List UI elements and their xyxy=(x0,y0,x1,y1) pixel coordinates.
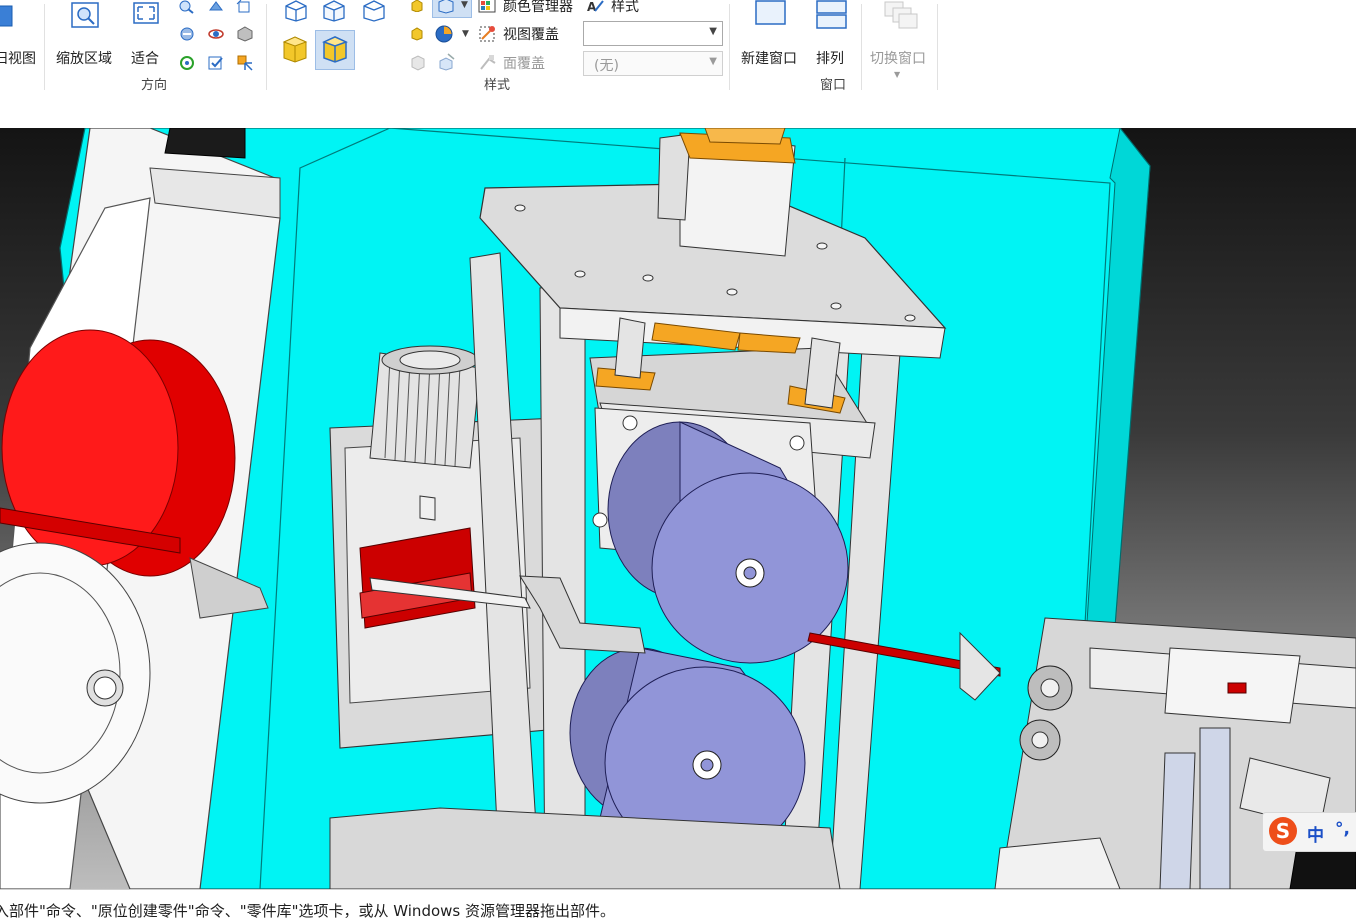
zoom-area-icon xyxy=(71,2,99,28)
shaded-cube-icon[interactable] xyxy=(281,34,309,64)
graphics-viewport[interactable] xyxy=(0,128,1356,889)
previous-view-icon[interactable] xyxy=(207,54,225,72)
new-window-icon xyxy=(755,0,786,25)
style-label[interactable]: 样式 xyxy=(611,0,639,16)
status-bar-text: 入部件"命令、"原位创建零件"命令、"零件库"选项卡，或从 Windows 资源… xyxy=(0,902,615,920)
partial-view-label[interactable]: 旧视图 xyxy=(0,48,36,68)
arrange-button[interactable]: 排列 xyxy=(814,0,850,70)
zoom-area-label: 缩放区域 xyxy=(56,51,112,67)
ime-status-badge[interactable]: S 中 °, xyxy=(1262,812,1356,852)
view-cube-icon[interactable] xyxy=(236,26,254,42)
ime-punctuation-toggle[interactable]: °, xyxy=(1335,819,1350,839)
ambient-cube-icon[interactable] xyxy=(437,53,455,71)
assembly-model xyxy=(0,128,1356,889)
pan-icon[interactable] xyxy=(207,0,225,14)
orientation-group-label: 方向 xyxy=(141,78,168,93)
chevron-down-icon: ▼ xyxy=(894,70,901,79)
hidden-edges-cube-icon[interactable] xyxy=(321,0,347,22)
face-overlay-label: 面覆盖 xyxy=(503,56,545,72)
arrange-icon xyxy=(816,0,847,29)
zoom-icon[interactable] xyxy=(178,0,196,14)
fit-label: 适合 xyxy=(131,51,159,67)
ime-logo-icon: S xyxy=(1269,817,1297,845)
view-overlay-icon[interactable] xyxy=(478,25,498,43)
transparent-cube-icon[interactable] xyxy=(410,55,426,71)
group-separator xyxy=(937,4,938,90)
switch-window-label: 切换窗口 xyxy=(870,51,926,67)
fit-button[interactable]: 适合 xyxy=(128,0,168,70)
fit-icon xyxy=(133,2,159,24)
shaded-edges-cube-icon xyxy=(322,36,348,63)
window-group-label: 窗口 xyxy=(820,78,847,93)
style-editor-icon[interactable]: A xyxy=(586,0,604,13)
free-orbit-icon[interactable] xyxy=(178,54,196,72)
new-window-button[interactable]: 新建窗口 xyxy=(740,0,802,70)
black-motor xyxy=(164,128,246,159)
face-overlay-dropdown: (无) ▼ xyxy=(583,51,723,76)
orbit-icon[interactable] xyxy=(207,26,225,42)
chevron-down-icon: ▼ xyxy=(461,0,468,10)
zoom-area-button[interactable]: 缩放区域 xyxy=(56,0,118,70)
status-bar: 入部件"命令、"原位创建零件"命令、"零件库"选项卡，或从 Windows 资源… xyxy=(0,889,1356,920)
realistic-style-icon[interactable] xyxy=(410,0,424,12)
ime-language-toggle[interactable]: 中 xyxy=(1307,821,1324,846)
face-overlay-dropdown-value: (无) xyxy=(594,58,619,74)
chevron-down-icon: ▼ xyxy=(709,26,717,37)
view-icon[interactable] xyxy=(0,2,20,30)
shadow-style-icon[interactable] xyxy=(410,27,424,41)
ribbon-gap xyxy=(0,101,1356,128)
style-group-label: 样式 xyxy=(484,78,511,93)
rotate-view-icon[interactable] xyxy=(236,0,254,14)
chevron-down-icon: ▼ xyxy=(462,29,469,39)
color-manager-label[interactable]: 颜色管理器 xyxy=(503,0,573,16)
chevron-down-icon: ▼ xyxy=(709,56,717,67)
wireframe-cube-icon[interactable] xyxy=(283,0,309,22)
lighting-sphere-icon[interactable] xyxy=(434,25,454,43)
view-overlay-label[interactable]: 视图覆盖 xyxy=(503,24,559,44)
group-separator xyxy=(44,4,45,90)
new-window-label: 新建窗口 xyxy=(741,51,797,67)
switch-window-icon xyxy=(884,1,918,29)
edges-cube-icon xyxy=(438,0,454,14)
color-manager-icon[interactable] xyxy=(478,0,496,13)
face-overlay-icon[interactable] xyxy=(478,54,498,72)
switch-window-button: 切换窗口 ▼ xyxy=(868,0,932,84)
center-point-icon[interactable] xyxy=(236,54,254,72)
group-separator xyxy=(729,4,730,90)
look-at-icon[interactable] xyxy=(178,26,196,42)
group-separator xyxy=(266,4,267,90)
view-overlay-dropdown[interactable]: ▼ xyxy=(583,21,723,46)
no-hidden-cube-icon[interactable] xyxy=(361,0,387,22)
arrange-label: 排列 xyxy=(816,51,844,67)
group-separator xyxy=(861,4,862,90)
ribbon-view-tab: 旧视图 缩放区域 适合 方向 ▼ ▼ 颜色管理器 A 样式 视图覆盖 ▼ 面覆盖… xyxy=(0,0,1356,102)
